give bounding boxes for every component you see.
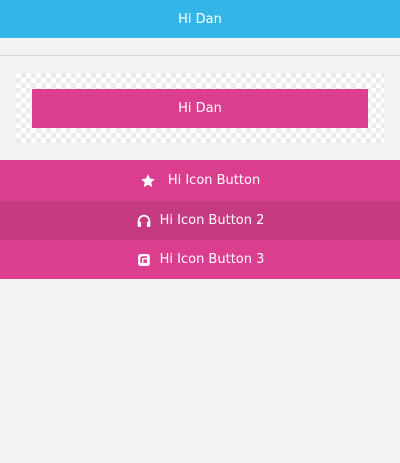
- headphones-icon: [136, 213, 152, 229]
- icon-button-1[interactable]: Hi Icon Button: [0, 160, 400, 201]
- hi-dan-button-label: Hi Dan: [178, 101, 222, 116]
- star-icon: [140, 173, 156, 189]
- divider-line: [0, 55, 400, 56]
- icon-button-1-label: Hi Icon Button: [167, 173, 261, 188]
- icon-button-2-label: Hi Icon Button 2: [159, 213, 265, 228]
- app-window: Hi Dan Hi Dan Hi Icon Button Hi Icon But…: [0, 0, 400, 463]
- icon-button-3[interactable]: Hi Icon Button 3: [0, 240, 400, 279]
- icon-button-2[interactable]: Hi Icon Button 2: [0, 201, 400, 240]
- header-title: Hi Dan: [178, 11, 222, 27]
- hi-dan-button[interactable]: Hi Dan: [32, 89, 368, 128]
- header-bar: Hi Dan: [0, 0, 400, 38]
- icon-button-3-label: Hi Icon Button 3: [159, 252, 265, 267]
- app-square-icon: [136, 252, 152, 268]
